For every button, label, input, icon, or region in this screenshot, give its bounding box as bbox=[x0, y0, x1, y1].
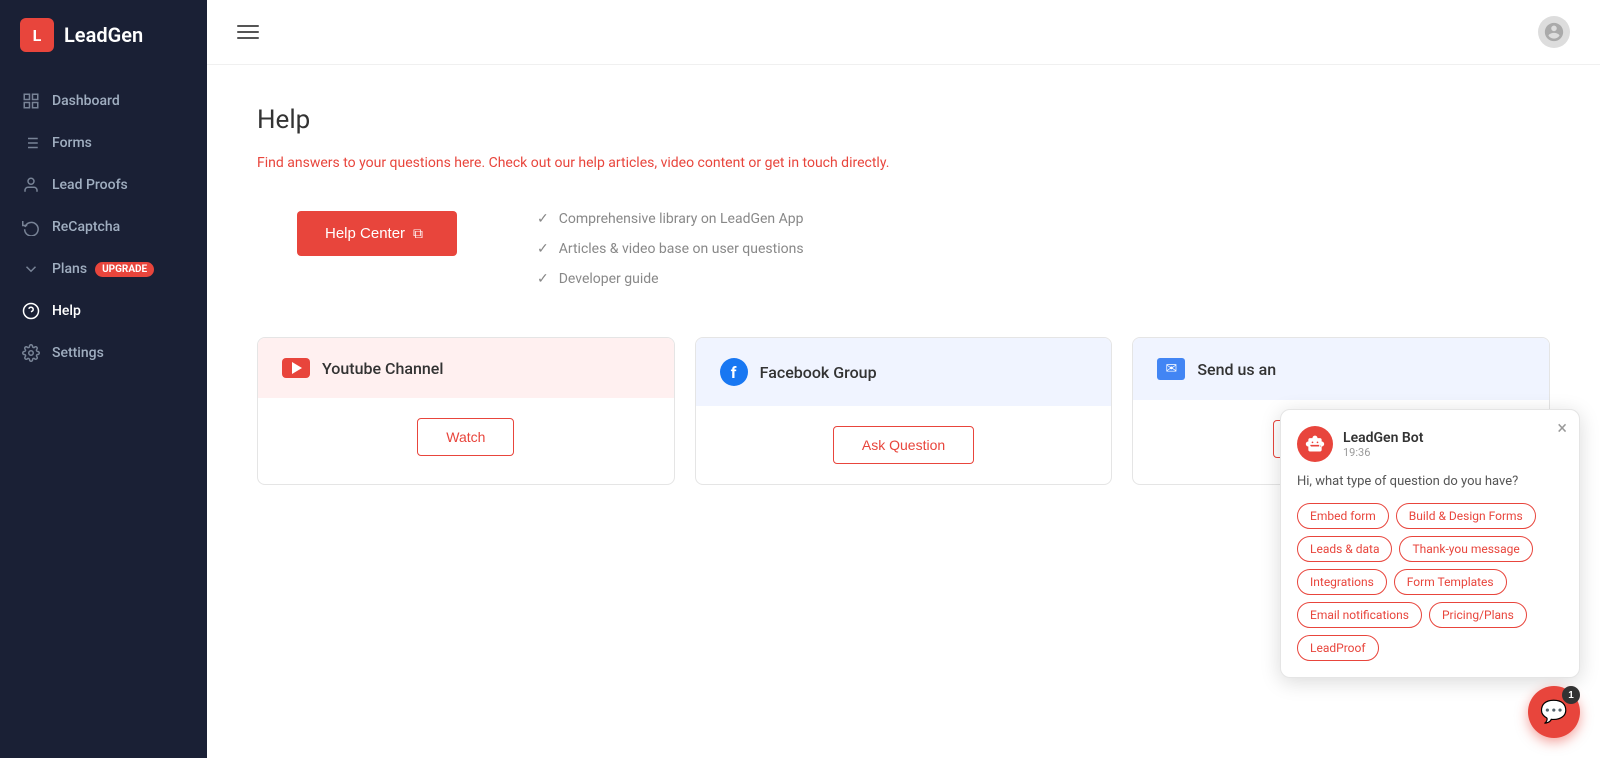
chat-notification-badge: 1 bbox=[1562, 686, 1580, 704]
page-title: Help bbox=[257, 105, 1550, 135]
youtube-icon bbox=[282, 358, 310, 378]
refresh-icon bbox=[22, 218, 40, 236]
chat-bubble-button[interactable]: 💬 1 bbox=[1528, 686, 1580, 738]
user-icon bbox=[22, 176, 40, 194]
facebook-card-header: f Facebook Group bbox=[696, 338, 1112, 406]
bot-avatar bbox=[1297, 426, 1333, 462]
grid-icon bbox=[22, 92, 40, 110]
account-circle-icon bbox=[1543, 21, 1565, 43]
chat-widget: LeadGen Bot 19:36 × Hi, what type of que… bbox=[1280, 409, 1580, 738]
youtube-card: Youtube Channel Watch bbox=[257, 337, 675, 485]
sidebar-item-plans[interactable]: Plans UPGRADE bbox=[0, 248, 207, 290]
logo-text: LeadGen bbox=[64, 23, 143, 47]
feature-item-2: ✓ Developer guide bbox=[537, 271, 804, 287]
help-circle-icon bbox=[22, 302, 40, 320]
email-icon: ✉ bbox=[1157, 358, 1185, 380]
bot-name: LeadGen Bot bbox=[1343, 430, 1563, 446]
chat-tag-embed-form[interactable]: Embed form bbox=[1297, 503, 1389, 529]
list-icon bbox=[22, 134, 40, 152]
chat-tag-thank-you[interactable]: Thank-you message bbox=[1399, 536, 1532, 562]
logo[interactable]: L LeadGen bbox=[0, 0, 207, 70]
help-center-button[interactable]: Help Center ⧉ bbox=[297, 211, 457, 256]
chat-tag-email-notifications[interactable]: Email notifications bbox=[1297, 602, 1422, 628]
chat-tag-form-templates[interactable]: Form Templates bbox=[1394, 569, 1507, 595]
ask-question-button[interactable]: Ask Question bbox=[833, 426, 974, 464]
help-center-section: Help Center ⧉ ✓ Comprehensive library on… bbox=[257, 211, 1550, 287]
chat-message: Hi, what type of question do you have? bbox=[1297, 474, 1563, 489]
external-link-icon: ⧉ bbox=[413, 225, 423, 242]
sidebar-nav: Dashboard Forms Lead Proofs ReCaptcha Pl… bbox=[0, 70, 207, 758]
chat-tag-leads-data[interactable]: Leads & data bbox=[1297, 536, 1392, 562]
logo-icon: L bbox=[20, 18, 54, 52]
chat-header: LeadGen Bot 19:36 × bbox=[1297, 426, 1563, 462]
menu-toggle[interactable] bbox=[237, 25, 259, 39]
chat-tag-pricing[interactable]: Pricing/Plans bbox=[1429, 602, 1527, 628]
check-icon-0: ✓ bbox=[537, 211, 549, 227]
watch-button[interactable]: Watch bbox=[417, 418, 514, 456]
facebook-card: f Facebook Group Ask Question bbox=[695, 337, 1113, 485]
chat-tag-build-forms[interactable]: Build & Design Forms bbox=[1396, 503, 1536, 529]
check-icon-2: ✓ bbox=[537, 271, 549, 287]
topbar bbox=[207, 0, 1600, 65]
chat-tag-integrations[interactable]: Integrations bbox=[1297, 569, 1387, 595]
chevron-down-icon bbox=[22, 260, 40, 278]
chat-bubble-icon: 💬 bbox=[1540, 699, 1567, 725]
settings-icon bbox=[22, 344, 40, 362]
bot-info: LeadGen Bot 19:36 bbox=[1343, 430, 1563, 459]
chat-tags: Embed form Build & Design Forms Leads & … bbox=[1297, 503, 1563, 661]
sidebar-item-help[interactable]: Help bbox=[0, 290, 207, 332]
youtube-card-header: Youtube Channel bbox=[258, 338, 674, 398]
facebook-icon: f bbox=[720, 358, 748, 386]
sidebar-item-recaptcha[interactable]: ReCaptcha bbox=[0, 206, 207, 248]
sidebar-item-dashboard[interactable]: Dashboard bbox=[0, 80, 207, 122]
feature-item-1: ✓ Articles & video base on user question… bbox=[537, 241, 804, 257]
youtube-card-body: Watch bbox=[258, 398, 674, 476]
sidebar-item-forms[interactable]: Forms bbox=[0, 122, 207, 164]
sidebar-item-settings[interactable]: Settings bbox=[0, 332, 207, 374]
email-card-header: ✉ Send us an bbox=[1133, 338, 1549, 400]
user-avatar[interactable] bbox=[1538, 16, 1570, 48]
upgrade-badge: UPGRADE bbox=[95, 262, 154, 277]
feature-item-0: ✓ Comprehensive library on LeadGen App bbox=[537, 211, 804, 227]
check-icon-1: ✓ bbox=[537, 241, 549, 257]
chat-close-button[interactable]: × bbox=[1557, 420, 1567, 438]
sidebar-item-lead-proofs[interactable]: Lead Proofs bbox=[0, 164, 207, 206]
sidebar: L LeadGen Dashboard Forms Lead Proofs Re… bbox=[0, 0, 207, 758]
bot-icon bbox=[1305, 434, 1325, 454]
facebook-card-body: Ask Question bbox=[696, 406, 1112, 484]
chat-tag-leadproof[interactable]: LeadProof bbox=[1297, 635, 1379, 661]
help-features-list: ✓ Comprehensive library on LeadGen App ✓… bbox=[537, 211, 804, 287]
page-subtitle: Find answers to your questions here. Che… bbox=[257, 155, 1550, 171]
bot-time: 19:36 bbox=[1343, 446, 1563, 459]
chat-popup: LeadGen Bot 19:36 × Hi, what type of que… bbox=[1280, 409, 1580, 678]
